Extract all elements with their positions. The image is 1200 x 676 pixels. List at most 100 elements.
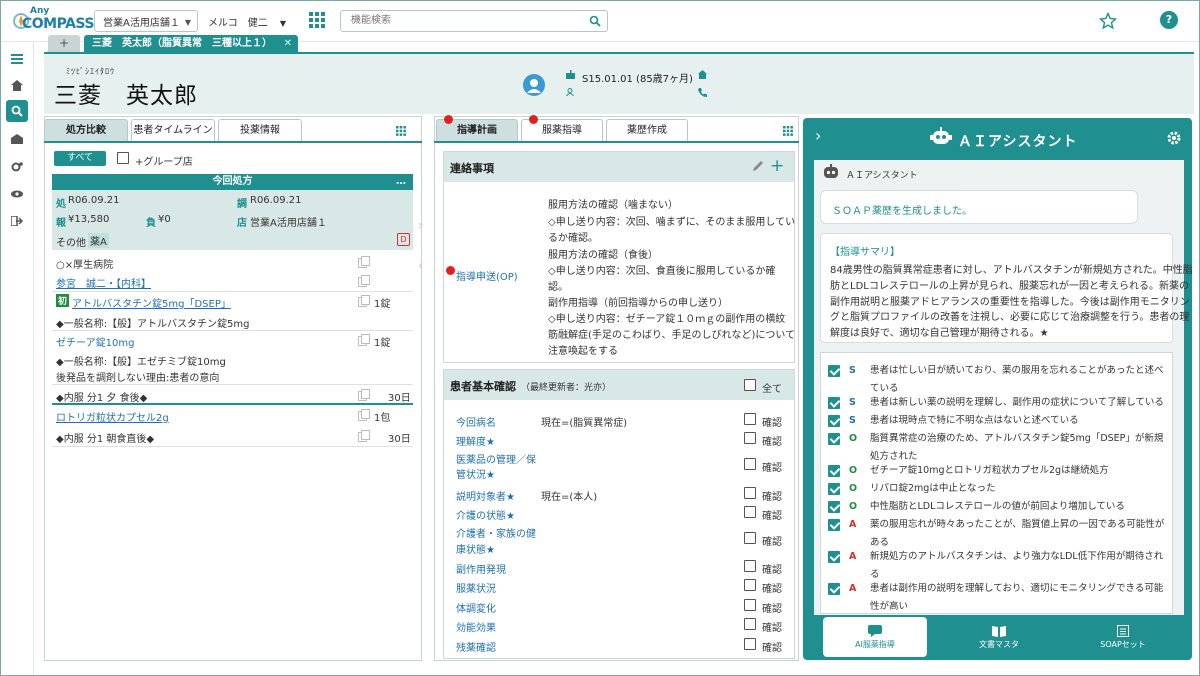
- confirm-checkbox[interactable]: [744, 579, 756, 591]
- confirm-checkbox[interactable]: [744, 487, 756, 499]
- copy-icon[interactable]: [358, 295, 370, 307]
- check-item-label[interactable]: 介護の状態★: [456, 507, 515, 522]
- chevron-right-icon[interactable]: ›: [418, 218, 424, 234]
- confirm-checkbox[interactable]: [744, 599, 756, 611]
- copy-icon[interactable]: [358, 334, 370, 346]
- add-icon[interactable]: +: [770, 156, 784, 176]
- confirm-checkbox[interactable]: [744, 458, 756, 470]
- soap-checkbox[interactable]: [828, 433, 840, 445]
- tab-history-create[interactable]: 薬歴作成: [606, 119, 688, 141]
- tab-medication-info[interactable]: 投薬情報: [218, 119, 302, 141]
- ai-guidance-button[interactable]: AI服薬指導: [823, 617, 927, 657]
- cake-icon: [566, 70, 575, 79]
- usage1-days: 30日: [388, 393, 411, 404]
- check-item-label[interactable]: 介護者・家族の健: [456, 525, 536, 540]
- store-select[interactable]: 営業A活用店舗１ ▼: [94, 10, 198, 32]
- check-item-label[interactable]: 体調変化: [456, 600, 496, 615]
- ten-label: 店: [237, 218, 247, 229]
- check-item-label[interactable]: 効能効果: [456, 619, 496, 634]
- doctor-link[interactable]: 参宮 誠二・【内科】: [56, 275, 151, 290]
- tab-patient-timeline[interactable]: 患者タイムライン: [131, 119, 215, 141]
- soap-checkbox[interactable]: [828, 501, 840, 513]
- check-item-label[interactable]: 理解度★: [456, 433, 495, 448]
- contact-line: ◇申し送り内容：次回、噛まずに、そのまま服用してい: [548, 217, 796, 228]
- apps-grid-icon[interactable]: [309, 12, 325, 28]
- d-badge[interactable]: D: [397, 233, 410, 246]
- confirm-label: 確認: [762, 537, 782, 548]
- patient-tab[interactable]: 三菱 英太郎（脂質異常 三種以上１） ✕: [84, 35, 298, 52]
- confirm-checkbox[interactable]: [744, 506, 756, 518]
- soap-checkbox[interactable]: [828, 483, 840, 495]
- chevron-right-icon[interactable]: ›: [815, 126, 821, 145]
- check-item-label[interactable]: 医薬品の管理／保: [456, 451, 536, 466]
- app-logo[interactable]: Any COMPASS: [8, 6, 94, 36]
- check-item-value: 現在=(本人): [541, 492, 598, 503]
- document-master-button[interactable]: 文書マスタ: [947, 617, 1051, 657]
- soap-checkbox[interactable]: [828, 583, 840, 595]
- group-store-checkbox[interactable]: [117, 152, 129, 164]
- copy-icon[interactable]: [358, 409, 370, 421]
- check-item-label[interactable]: 説明対象者★: [456, 488, 515, 503]
- copy-icon[interactable]: [358, 275, 370, 287]
- logout-icon[interactable]: [6, 210, 28, 232]
- soap-checkbox[interactable]: [828, 415, 840, 427]
- contact-line: 副作用指導（前回指導からの申し送り）: [548, 298, 728, 309]
- soap-checkbox[interactable]: [828, 397, 840, 409]
- soap-checkbox[interactable]: [828, 551, 840, 563]
- settings-icon[interactable]: [6, 156, 28, 178]
- drug3-qty: 1包: [374, 413, 391, 424]
- soap-checkbox[interactable]: [828, 519, 840, 531]
- drug2-generic: ◆一般名称:【般】エゼチミブ錠10mg: [56, 357, 226, 368]
- chevron-left-icon[interactable]: ‹: [418, 258, 424, 274]
- tab-rx-compare[interactable]: 処方比較: [44, 119, 128, 141]
- confirm-checkbox[interactable]: [744, 618, 756, 630]
- star-icon[interactable]: [1099, 12, 1117, 30]
- home-icon[interactable]: [6, 74, 28, 96]
- grid-icon[interactable]: [783, 126, 793, 136]
- new-tab-button[interactable]: +: [48, 35, 80, 52]
- confirm-checkbox[interactable]: [744, 638, 756, 650]
- check-item-label[interactable]: 残薬確認: [456, 639, 496, 654]
- check-item-label-2[interactable]: 管状況★: [456, 466, 495, 481]
- soap-checkbox[interactable]: [828, 365, 840, 377]
- function-search-input[interactable]: 機能検索: [340, 10, 608, 32]
- pencil-icon[interactable]: [752, 160, 764, 172]
- help-icon[interactable]: ?: [1160, 11, 1178, 29]
- confirm-checkbox[interactable]: [744, 532, 756, 544]
- confirm-checkbox[interactable]: [744, 560, 756, 572]
- copy-icon[interactable]: [358, 256, 370, 268]
- search-nav-icon[interactable]: [6, 100, 28, 122]
- fu-label: 負: [146, 218, 156, 229]
- check-item-label-2[interactable]: 康状態★: [456, 541, 495, 556]
- check-item-label[interactable]: 副作用発現: [456, 561, 506, 576]
- eye-icon[interactable]: [6, 183, 28, 205]
- soap-set-button[interactable]: SOAPセット: [1071, 617, 1175, 657]
- check-item-label[interactable]: 服薬状況: [456, 580, 496, 595]
- gear-icon[interactable]: [1167, 131, 1181, 145]
- pharmacy-icon[interactable]: [6, 128, 28, 150]
- close-icon[interactable]: ✕: [284, 35, 292, 52]
- soap-checkbox[interactable]: [828, 465, 840, 477]
- all-button[interactable]: すべて: [54, 151, 106, 166]
- check-item-label[interactable]: 今回病名: [456, 414, 496, 429]
- copy-icon[interactable]: [358, 430, 370, 442]
- grid-icon[interactable]: [396, 126, 406, 136]
- copy-icon[interactable]: [358, 389, 370, 401]
- drug2-link[interactable]: ゼチーア錠10mg: [56, 334, 134, 349]
- drug1-link[interactable]: アトルバスタチン錠5mg「DSEP」: [72, 295, 231, 310]
- ten-value: 営業A活用店舗１: [250, 218, 327, 229]
- op-label[interactable]: 指導申送(OP): [456, 268, 518, 283]
- confirm-label: 確認: [762, 437, 782, 448]
- menu-icon[interactable]: [6, 48, 28, 70]
- contact-line: 筋融解症(手足のこわばり、手足のしびれなど)について: [548, 330, 796, 341]
- search-icon[interactable]: [589, 15, 601, 27]
- drug3-link[interactable]: ロトリガ粒状カプセル2g: [56, 409, 169, 424]
- confirm-checkbox[interactable]: [744, 413, 756, 425]
- other-value: 薬A: [88, 233, 109, 248]
- logo-any: Any: [30, 6, 50, 16]
- user-menu[interactable]: メルコ 健二 ▼: [208, 14, 286, 29]
- contact-line: ◇申し送り内容：次回、食直後に服用しているか確: [548, 266, 776, 277]
- confirm-checkbox[interactable]: [744, 432, 756, 444]
- all-checkbox[interactable]: [744, 379, 756, 391]
- more-icon[interactable]: …: [396, 176, 406, 187]
